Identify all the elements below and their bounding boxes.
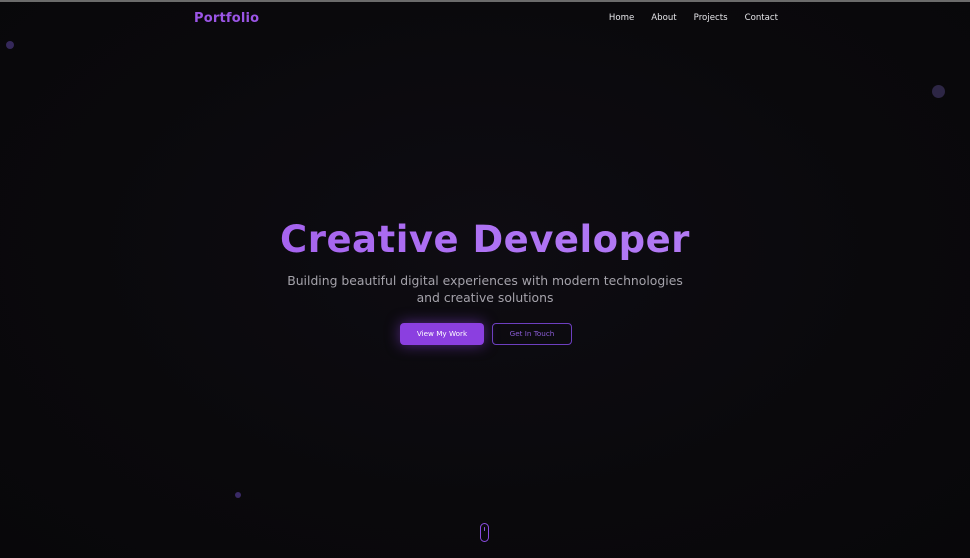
view-my-work-button[interactable]: View My Work (400, 323, 484, 345)
navbar: Portfolio Home About Projects Contact (0, 2, 970, 36)
particle-dot (932, 85, 945, 98)
get-in-touch-button[interactable]: Get In Touch (492, 323, 572, 345)
nav-links: Home About Projects Contact (609, 13, 778, 23)
scroll-wheel-dot (483, 527, 485, 531)
logo[interactable]: Portfolio (194, 11, 259, 26)
particle-dot (6, 41, 14, 49)
nav-link-about[interactable]: About (651, 13, 676, 23)
hero-subtitle: Building beautiful digital experiences w… (287, 273, 683, 305)
nav-link-projects[interactable]: Projects (694, 13, 728, 23)
nav-link-home[interactable]: Home (609, 13, 634, 23)
page: Portfolio Home About Projects Contact Cr… (0, 0, 970, 558)
hero-title: Creative Developer (0, 218, 970, 261)
particle-dot (235, 492, 241, 498)
mouse-scroll-icon[interactable] (480, 523, 489, 542)
nav-link-contact[interactable]: Contact (745, 13, 778, 23)
